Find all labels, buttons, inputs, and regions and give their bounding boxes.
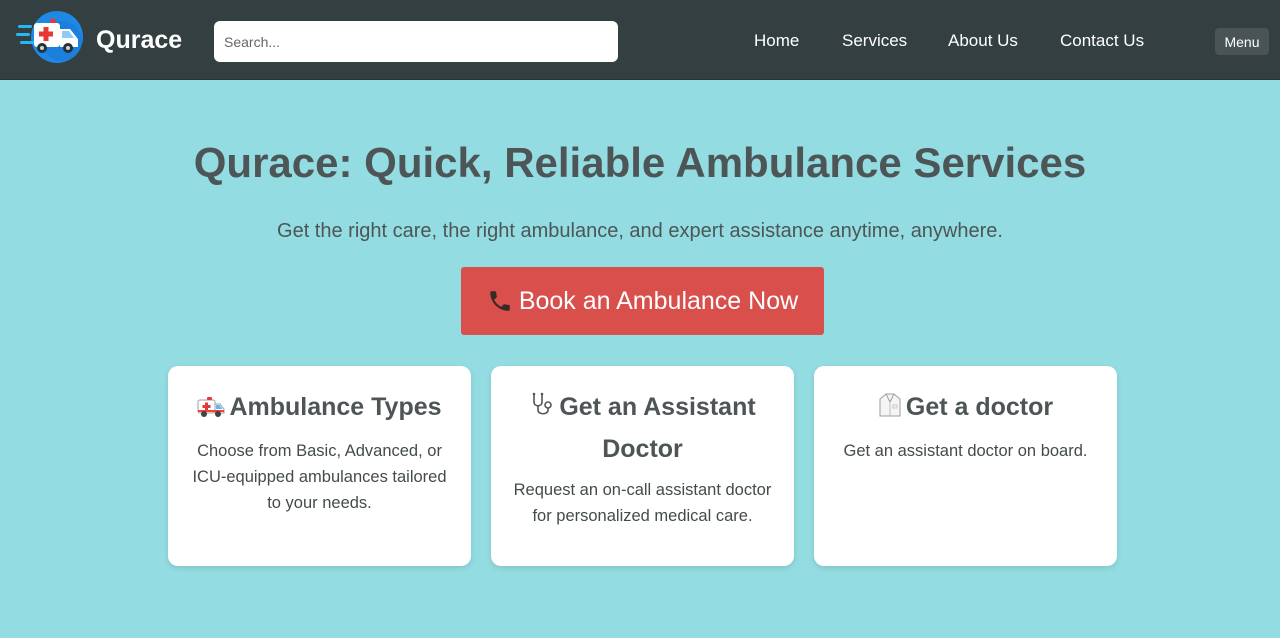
hero-subtitle: Get the right care, the right ambulance,… [277,220,1003,242]
nav-link-home[interactable]: Home [754,30,799,52]
top-navbar: Qurace Home Services About Us Contact Us… [0,0,1280,80]
card-description: Choose from Basic, Advanced, or ICU-equi… [192,442,447,512]
nav-link-contact-us[interactable]: Contact Us [1060,30,1144,52]
card-description: Request an on-call assistant doctor for … [513,481,772,525]
card-ambulance-types: Ambulance Types Choose from Basic, Advan… [168,366,471,566]
menu-button[interactable]: Menu [1215,28,1269,55]
hero-title: Qurace: Quick, Reliable Ambulance Servic… [193,139,1087,186]
search-input[interactable] [214,21,618,62]
ambulance-logo-icon[interactable] [16,11,84,63]
card-title: Get a doctor [836,388,1095,430]
nav-link-services[interactable]: Services [842,30,907,52]
phone-icon [487,288,513,314]
card-description: Get an assistant doctor on board. [843,442,1088,460]
card-title: Get an Assistant Doctor [513,388,772,469]
nav-link-about-us[interactable]: About Us [948,30,1018,52]
card-assistant-doctor: Get an Assistant Doctor Request an on-ca… [491,366,794,566]
book-ambulance-button[interactable]: Book an Ambulance Now [461,267,824,335]
card-title-text: Get a doctor [905,393,1054,421]
card-title: Ambulance Types [190,388,449,430]
ambulance-icon [197,391,225,430]
stethoscope-icon [529,391,555,430]
card-title-text: Ambulance Types [229,393,442,421]
card-title-text: Get an Assistant Doctor [559,393,756,463]
brand-name[interactable]: Qurace [96,24,182,56]
lab-coat-icon [878,391,902,430]
book-ambulance-label: Book an Ambulance Now [518,286,799,315]
card-get-doctor: Get a doctor Get an assistant doctor on … [814,366,1117,566]
